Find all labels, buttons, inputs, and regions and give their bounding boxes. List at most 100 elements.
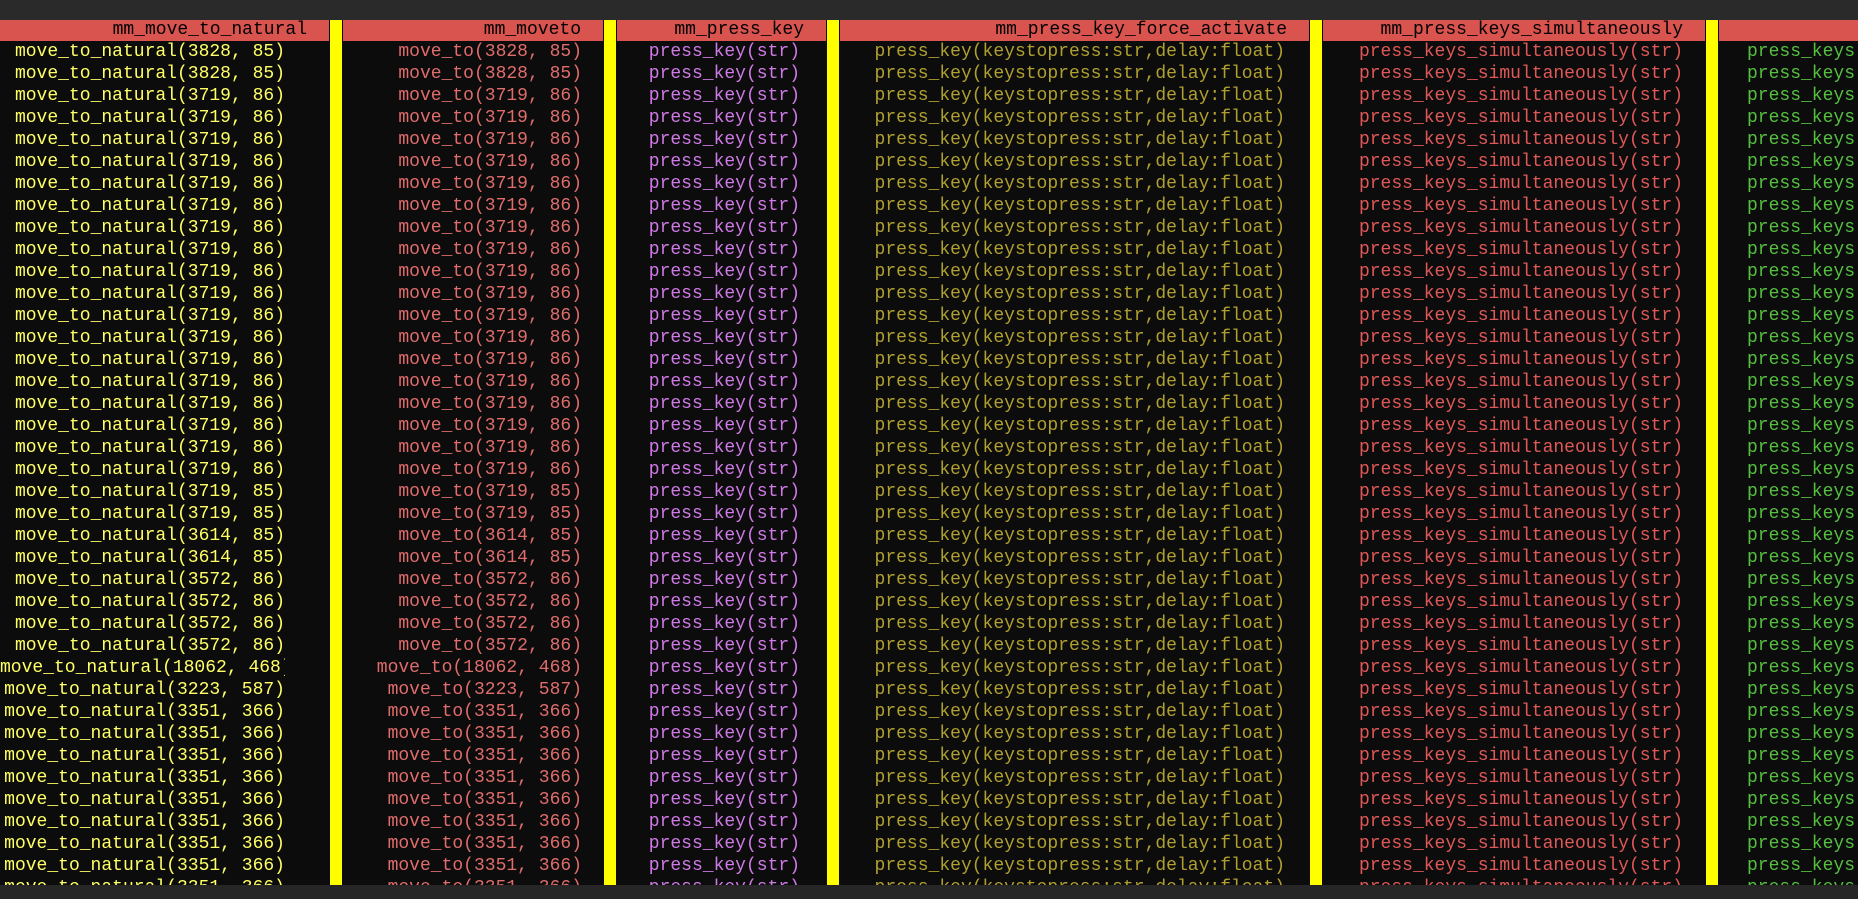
table-row: move_to_natural(3719, 86) move_to(3719, 8…	[0, 305, 1858, 327]
table-cell: press_key(keystopress:str,delay:float)	[874, 834, 1285, 854]
table-cell: press_keys	[1747, 768, 1856, 788]
table-cell: move_to_natural(3351, 366)	[4, 834, 285, 854]
table-row: move_to_natural(3719, 86) move_to(3719, 8…	[0, 217, 1858, 239]
table-cell: press_key(keystopress:str,delay:float)	[874, 504, 1285, 524]
table-row: move_to_natural(3572, 86) move_to(3572, 8…	[0, 635, 1858, 657]
table-cell: press_keys	[1747, 262, 1856, 282]
table-cell: press_keys_simultaneously(str)	[1358, 438, 1683, 458]
table-cell: press_key(keystopress:str,delay:float)	[874, 680, 1285, 700]
table-cell: move_to_natural(3719, 86)	[14, 350, 285, 370]
table-cell: press_key(keystopress:str,delay:float)	[874, 218, 1285, 238]
table-cell: press_key(str)	[648, 416, 800, 436]
table-row: move_to_natural(3351, 366) move_to(3351, …	[0, 833, 1858, 855]
table-row: move_to_natural(3614, 85) move_to(3614, 8…	[0, 547, 1858, 569]
table-cell: move_to(3572, 86)	[398, 636, 582, 656]
table-cell: move_to(3719, 86)	[398, 262, 582, 282]
table-cell: move_to(3351, 366)	[387, 834, 582, 854]
table-cell: move_to_natural(3351, 366)	[4, 856, 285, 876]
table-cell: move_to(3719, 86)	[398, 394, 582, 414]
table-cell: press_key(keystopress:str,delay:float)	[874, 636, 1285, 656]
table-cell: move_to_natural(3828, 85)	[14, 64, 285, 84]
table-row: move_to_natural(3572, 86) move_to(3572, 8…	[0, 591, 1858, 613]
table-cell: press_keys_simultaneously(str)	[1358, 64, 1683, 84]
table-cell: move_to(3719, 85)	[398, 482, 582, 502]
table-cell: press_key(keystopress:str,delay:float)	[874, 86, 1285, 106]
table-cell: press_key(str)	[648, 174, 800, 194]
table-cell: press_key(str)	[648, 64, 800, 84]
table-cell: move_to(3572, 86)	[398, 614, 582, 634]
table-cell: press_key(str)	[648, 812, 800, 832]
table-cell: press_key(keystopress:str,delay:float)	[874, 130, 1285, 150]
table-cell: press_key(str)	[648, 504, 800, 524]
title-bar	[0, 0, 1858, 20]
table-cell: move_to_natural(3719, 85)	[14, 482, 285, 502]
table-cell: press_keys	[1747, 240, 1856, 260]
table-cell: move_to_natural(3719, 85)	[14, 504, 285, 524]
table-cell: press_key(str)	[648, 680, 800, 700]
table-cell: press_key(str)	[648, 196, 800, 216]
table-cell: press_key(keystopress:str,delay:float)	[874, 526, 1285, 546]
table-cell: press_keys	[1747, 592, 1856, 612]
table-cell: move_to_natural(3351, 366)	[4, 812, 285, 832]
table-row: move_to_natural(3719, 86) move_to(3719, 8…	[0, 371, 1858, 393]
table-cell: press_key(keystopress:str,delay:float)	[874, 614, 1285, 634]
table-cell: press_keys	[1747, 724, 1856, 744]
table-row: move_to_natural(3719, 86) move_to(3719, 8…	[0, 129, 1858, 151]
table-cell: press_keys	[1747, 658, 1856, 678]
table-cell: move_to(3719, 86)	[398, 174, 582, 194]
table-row: move_to_natural(3351, 366) move_to(3351, …	[0, 789, 1858, 811]
table-cell: press_key(str)	[648, 570, 800, 590]
table-cell: move_to(3719, 86)	[398, 86, 582, 106]
table-cell: move_to(3719, 86)	[398, 306, 582, 326]
table-cell: press_key(keystopress:str,delay:float)	[874, 306, 1285, 326]
table-cell: press_key(keystopress:str,delay:float)	[840, 877, 1285, 885]
table-cell: press_key(keystopress:str,delay:float)	[874, 746, 1285, 766]
table-cell: move_to_natural(3719, 86)	[14, 218, 285, 238]
table-cell: press_key(keystopress:str,delay:float)	[874, 42, 1285, 62]
table-cell: move_to_natural(3614, 85)	[14, 548, 285, 568]
table-cell: press_key(keystopress:str,delay:float)	[874, 592, 1285, 612]
column-header-mm-press-keys-simultaneously: mm_press_keys_simultaneously	[1323, 20, 1705, 41]
table-cell: press_keys	[1747, 130, 1856, 150]
table-cell: press_keys_simultaneously(str)	[1358, 702, 1683, 722]
table-row: move_to_natural(3719, 86) move_to(3719, 8…	[0, 415, 1858, 437]
table-cell: press_key(keystopress:str,delay:float)	[874, 240, 1285, 260]
table-row: move_to_natural(3351, 366) move_to(3351, …	[0, 855, 1858, 877]
table-row: move_to_natural(3351, 366) move_to(3351, …	[0, 767, 1858, 789]
table-row: move_to_natural(3719, 86) move_to(3719, 8…	[0, 437, 1858, 459]
table-row: move_to_natural(3614, 85) move_to(3614, 8…	[0, 525, 1858, 547]
table-cell: press_keys_simultaneously(str)	[1358, 658, 1683, 678]
table-cell: move_to(3572, 86)	[398, 570, 582, 590]
table-row: move_to_natural(3719, 86) move_to(3719, 8…	[0, 107, 1858, 129]
table-cell: press_key(keystopress:str,delay:float)	[874, 350, 1285, 370]
table-cell: press_keys_simultaneously(str)	[1358, 768, 1683, 788]
table-cell: move_to_natural(3719, 86)	[14, 262, 285, 282]
table-cell: move_to_natural(18062, 468)	[0, 658, 285, 678]
table-cell: press_key(str)	[648, 526, 800, 546]
table-cell: press_key(str)	[648, 856, 800, 876]
table-cell: press_keys	[1747, 152, 1856, 172]
table-cell: press_keys_simultaneously(str)	[1358, 592, 1683, 612]
table-cell: move_to_natural(3572, 86)	[14, 614, 285, 634]
table-cell: press_keys_simultaneously(str)	[1358, 680, 1683, 700]
table-cell: press_key(str)	[648, 702, 800, 722]
table-cell: press_keys	[1747, 636, 1856, 656]
table-cell: press_key(str)	[648, 548, 800, 568]
table-cell: move_to(18062, 468)	[376, 658, 582, 678]
table-cell: move_to_natural(3719, 86)	[14, 328, 285, 348]
table-cell: move_to_natural(3572, 86)	[14, 636, 285, 656]
column-header-mm-press-key: mm_press_key	[617, 20, 826, 41]
table-cell: press_key(keystopress:str,delay:float)	[874, 64, 1285, 84]
table-cell: move_to(3223, 587)	[387, 680, 582, 700]
table-cell: press_key(keystopress:str,delay:float)	[874, 394, 1285, 414]
table-cell: press_key(str)	[648, 592, 800, 612]
table-cell: press_keys_simultaneously(str)	[1358, 482, 1683, 502]
table-cell: move_to_natural(3719, 86)	[14, 284, 285, 304]
table-cell: move_to_natural(3719, 86)	[14, 306, 285, 326]
table-row: move_to_natural(3719, 86) move_to(3719, 8…	[0, 195, 1858, 217]
table-cell: press_keys_simultaneously(str)	[1323, 877, 1683, 885]
table-cell: press_keys_simultaneously(str)	[1358, 724, 1683, 744]
table-cell: move_to_natural(3719, 86)	[14, 460, 285, 480]
table-cell: move_to(3719, 86)	[398, 218, 582, 238]
table-row: move_to_natural(3223, 587) move_to(3223, …	[0, 679, 1858, 701]
